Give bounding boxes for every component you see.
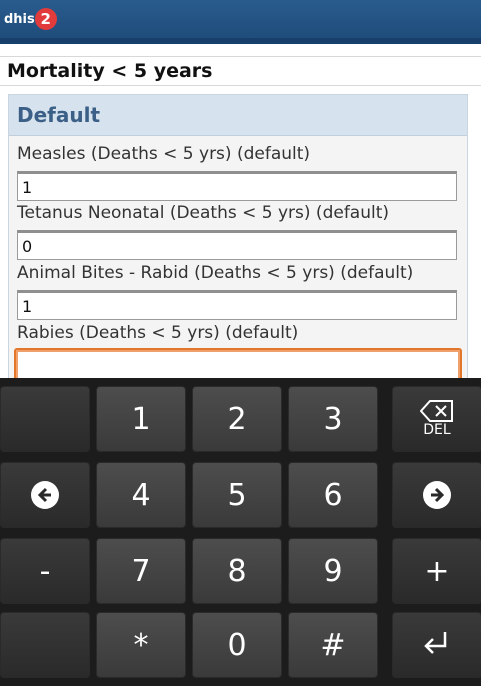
key-blank-2[interactable]: [0, 612, 90, 678]
key-5[interactable]: 5: [192, 462, 282, 528]
key-3-label: 3: [323, 401, 343, 437]
star-key-label: *: [133, 627, 149, 663]
key-1-label: 1: [131, 401, 151, 437]
key-6[interactable]: 6: [288, 462, 378, 528]
title-bar: Mortality < 5 years: [0, 56, 481, 86]
key-2-label: 2: [227, 401, 247, 437]
page-title: Mortality < 5 years: [7, 60, 213, 82]
key-9[interactable]: 9: [288, 538, 378, 604]
animal-bites-input[interactable]: [17, 290, 457, 320]
key-2[interactable]: 2: [192, 386, 282, 452]
key-8-label: 8: [227, 553, 247, 589]
app-screen: dhis 2 Mortality < 5 years Default Measl…: [0, 0, 481, 686]
key-6-label: 6: [323, 477, 343, 513]
dhis2-logo[interactable]: dhis 2: [4, 6, 57, 32]
section-title: Default: [17, 103, 101, 127]
key-4[interactable]: 4: [96, 462, 186, 528]
right-arrow-key[interactable]: [392, 462, 481, 528]
delete-key[interactable]: DEL: [392, 386, 481, 452]
key-4-label: 4: [131, 477, 151, 513]
plus-key-label: +: [424, 553, 450, 589]
key-7-label: 7: [131, 553, 151, 589]
key-5-label: 5: [227, 477, 247, 513]
app-header: dhis 2: [0, 0, 481, 44]
left-arrow-icon: [31, 481, 59, 509]
key-8[interactable]: 8: [192, 538, 282, 604]
field-label-animal-bites: Animal Bites - Rabid (Deaths < 5 yrs) (d…: [17, 263, 414, 283]
key-3[interactable]: 3: [288, 386, 378, 452]
measles-input[interactable]: [17, 171, 457, 201]
minus-key-label: -: [39, 553, 51, 589]
numeric-keyboard: 1 2 3 DEL 4 5 6 - 7 8 9 + * 0 #: [0, 378, 481, 686]
header-stripe: [0, 38, 481, 44]
delete-key-label: DEL: [423, 422, 451, 438]
key-blank-1[interactable]: [0, 386, 90, 452]
section-header: Default: [9, 95, 467, 136]
key-0-label: 0: [227, 627, 247, 663]
field-label-measles: Measles (Deaths < 5 yrs) (default): [17, 144, 311, 164]
left-arrow-key[interactable]: [0, 462, 90, 528]
field-label-tetanus: Tetanus Neonatal (Deaths < 5 yrs) (defau…: [17, 203, 390, 223]
minus-key[interactable]: -: [0, 538, 90, 604]
key-0[interactable]: 0: [192, 612, 282, 678]
backspace-icon: [420, 400, 453, 422]
field-label-rabies: Rabies (Deaths < 5 yrs) (default): [17, 323, 299, 343]
key-9-label: 9: [323, 553, 343, 589]
star-key[interactable]: *: [96, 612, 186, 678]
logo-badge: 2: [34, 8, 57, 30]
hash-key-label: #: [320, 627, 346, 663]
enter-icon: [424, 632, 447, 654]
hash-key[interactable]: #: [288, 612, 378, 678]
key-1[interactable]: 1: [96, 386, 186, 452]
key-7[interactable]: 7: [96, 538, 186, 604]
plus-key[interactable]: +: [392, 538, 481, 604]
right-arrow-icon: [423, 481, 451, 509]
logo-text: dhis: [4, 11, 35, 27]
tetanus-input[interactable]: [17, 230, 457, 260]
enter-key[interactable]: [392, 612, 481, 678]
